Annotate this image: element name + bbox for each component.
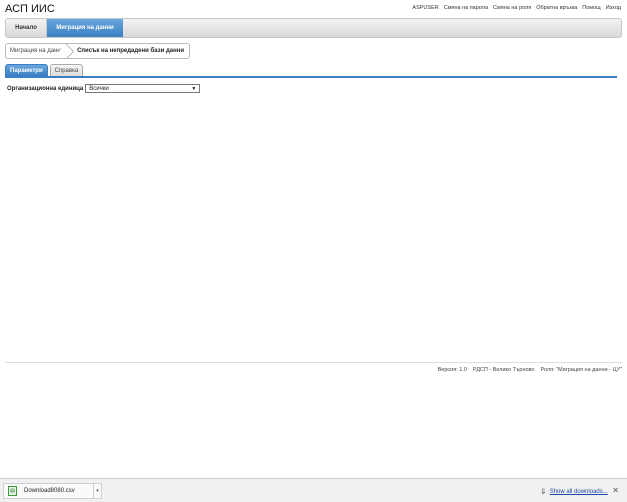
- close-icon[interactable]: ✕: [612, 486, 619, 495]
- footer-office: РДСП - Велико Търново: [472, 367, 535, 373]
- app-title: АСП ИИС: [5, 3, 55, 15]
- org-unit-label: Организационна единица: [7, 85, 84, 92]
- download-menu-chevron-icon[interactable]: ▾: [93, 484, 101, 498]
- download-icon: ⇓: [540, 487, 547, 496]
- tab-report[interactable]: Справка: [49, 64, 84, 76]
- user-links: ASPUSER Смяна на парола Смяна на роля Об…: [412, 5, 621, 11]
- footer-role: Роля: "Миграция на данни - ЦУ": [540, 367, 622, 373]
- nav-data-migration[interactable]: Миграция на данни: [47, 19, 123, 37]
- footer-version: Версия: 1.0: [437, 367, 467, 373]
- dropdown-arrow-icon: ▼: [191, 85, 197, 92]
- user-link[interactable]: ASPUSER: [412, 5, 438, 11]
- csv-file-icon: ▤: [8, 486, 17, 496]
- tab-underline: [5, 76, 617, 78]
- feedback-link[interactable]: Обратна връзка: [536, 5, 577, 11]
- download-file-name: Download8080.csv: [24, 488, 75, 494]
- download-item[interactable]: ▤ Download8080.csv ▾: [3, 483, 102, 499]
- footer: Версия: 1.0 РДСП - Велико Търново Роля: …: [438, 367, 622, 373]
- change-role-link[interactable]: Смяна на роля: [493, 5, 531, 11]
- nav-home[interactable]: Начало: [6, 19, 47, 37]
- tab-bar: Параметри Справка: [5, 64, 84, 76]
- show-all-downloads-link[interactable]: Show all downloads...: [550, 489, 608, 495]
- footer-divider: [5, 362, 622, 363]
- breadcrumb-parent[interactable]: Миграция на данни: [6, 44, 71, 58]
- help-link[interactable]: Помощ: [582, 5, 600, 11]
- change-password-link[interactable]: Смяна на парола: [444, 5, 488, 11]
- org-unit-select[interactable]: Всички ▼: [85, 84, 201, 93]
- breadcrumb-current: Списък на непредадени бази данни: [77, 48, 185, 54]
- org-unit-field: Организационна единица Всички ▼: [7, 84, 201, 93]
- tab-parameters[interactable]: Параметри: [5, 64, 48, 76]
- logout-link[interactable]: Изход: [606, 5, 621, 11]
- show-all-downloads: ⇓ Show all downloads...: [540, 487, 608, 496]
- breadcrumb: Миграция на данни Списък на непредадени …: [5, 43, 191, 59]
- main-nav: Начало Миграция на данни: [5, 18, 622, 38]
- download-bar: ▤ Download8080.csv ▾ ⇓ Show all download…: [0, 478, 627, 502]
- org-unit-value: Всички: [89, 85, 109, 92]
